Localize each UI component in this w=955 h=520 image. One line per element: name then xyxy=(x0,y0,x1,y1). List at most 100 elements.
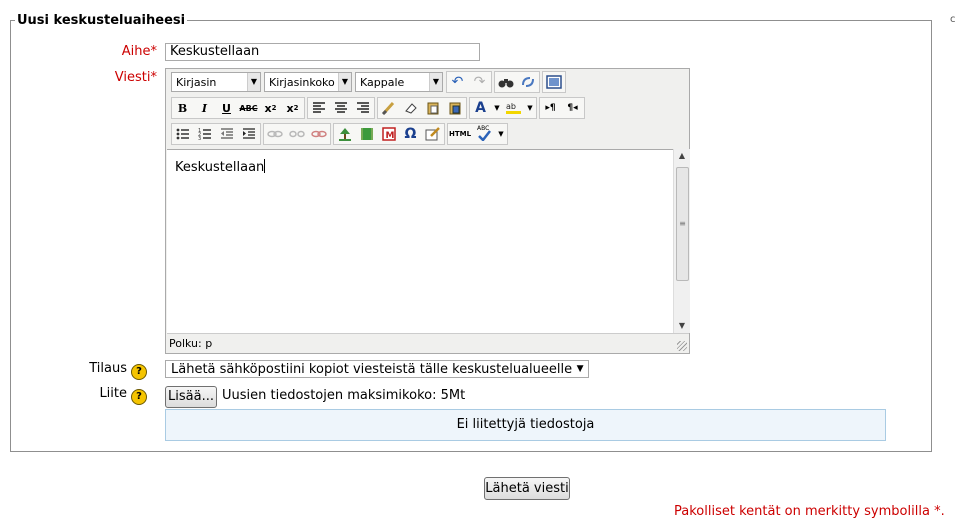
eraser-icon[interactable] xyxy=(400,98,421,118)
message-text: Keskustellaan xyxy=(175,160,265,175)
subscription-label-wrap: Tilaus? xyxy=(40,361,147,380)
message-textarea[interactable]: Keskustellaan xyxy=(167,149,673,334)
spellcheck-icon[interactable]: ABC xyxy=(473,124,495,144)
outdent-icon[interactable] xyxy=(216,124,237,144)
format-select[interactable]: Kappale ▼ xyxy=(355,72,443,92)
font-family-value: Kirjasin xyxy=(176,75,217,89)
message-label: Viesti xyxy=(114,70,151,85)
bullet-list-icon[interactable] xyxy=(172,124,193,144)
media-icon[interactable] xyxy=(356,124,377,144)
insert-group: M Ω xyxy=(333,123,445,145)
html-group: HTML ABC ▼ xyxy=(447,123,508,145)
text-style-group: B I U ABC x2 x2 xyxy=(171,97,305,119)
chevron-down-icon: ▼ xyxy=(576,364,584,374)
chevron-down-icon[interactable]: ▼ xyxy=(525,98,535,118)
font-size-value: Kirjasinkoko xyxy=(269,75,335,89)
scroll-thumb[interactable]: ≡ xyxy=(676,167,689,281)
ltr-icon[interactable]: ▸¶ xyxy=(540,98,561,118)
subscription-select[interactable]: Lähetä sähköpostiini kopiot viesteistä t… xyxy=(165,360,589,378)
svg-text:3: 3 xyxy=(198,136,201,140)
abc-icon-label: ABC xyxy=(477,125,490,132)
redo-icon[interactable]: ↷ xyxy=(469,72,490,92)
link-icon[interactable] xyxy=(264,124,285,144)
subscription-value: Lähetä sähköpostiini kopiot viesteistä t… xyxy=(171,361,573,377)
scroll-down-icon[interactable]: ▼ xyxy=(674,319,690,333)
max-size-info: Uusien tiedostojen maksimikoko: 5Mt xyxy=(222,388,466,403)
required-note-text: Pakolliset kentät on merkitty symbolilla xyxy=(674,504,930,519)
moodle-media-icon[interactable]: M xyxy=(378,124,399,144)
add-file-button[interactable]: Lisää... xyxy=(165,386,217,408)
format-value: Kappale xyxy=(360,75,405,89)
editor-statusbar: Polku: p xyxy=(167,333,689,353)
fullscreen-icon[interactable] xyxy=(543,72,564,92)
underline-icon[interactable]: U xyxy=(216,98,237,118)
align-center-icon[interactable] xyxy=(330,98,351,118)
rtl-icon[interactable]: ¶◂ xyxy=(562,98,583,118)
element-path: Polku: p xyxy=(169,337,213,350)
special-char-icon[interactable]: Ω xyxy=(400,124,421,144)
font-size-select[interactable]: Kirjasinkoko ▼ xyxy=(264,72,352,92)
numbered-list-icon[interactable]: 123 xyxy=(194,124,215,144)
text-caret xyxy=(264,159,266,173)
anchor-nolink-icon[interactable] xyxy=(308,124,329,144)
find-icon[interactable] xyxy=(495,72,516,92)
rich-text-editor: Kirjasin ▼ Kirjasinkoko ▼ Kappale ▼ ↶ ↷ xyxy=(165,68,690,354)
text-color-icon[interactable]: A xyxy=(470,98,491,118)
strikethrough-icon[interactable]: ABC xyxy=(238,98,259,118)
chevron-down-icon[interactable]: ▼ xyxy=(496,124,506,144)
toolbar-row-2: B I U ABC x2 x2 A ▼ ab ▼ ▸¶ ¶◂ xyxy=(171,97,587,119)
align-left-icon[interactable] xyxy=(308,98,329,118)
link-group xyxy=(263,123,331,145)
highlight-icon[interactable]: ab xyxy=(503,98,524,118)
required-star: * xyxy=(150,70,158,85)
bold-icon[interactable]: B xyxy=(172,98,193,118)
undo-redo-group: ↶ ↷ xyxy=(446,71,492,93)
alignment-group xyxy=(307,97,375,119)
help-icon[interactable]: ? xyxy=(131,389,147,405)
subscript-icon[interactable]: x2 xyxy=(260,98,281,118)
message-content: Keskustellaan xyxy=(175,159,266,175)
subscription-label: Tilaus xyxy=(89,361,127,376)
replace-icon[interactable] xyxy=(517,72,538,92)
search-group xyxy=(494,71,540,93)
chevron-down-icon[interactable]: ▼ xyxy=(492,98,502,118)
message-label-wrap: Viesti* xyxy=(60,70,157,85)
unlink-icon[interactable] xyxy=(286,124,307,144)
editor-scrollbar[interactable]: ▲ ≡ ▼ xyxy=(673,149,690,333)
required-star: * xyxy=(934,504,941,519)
corner-mark: c xyxy=(950,14,955,25)
resize-handle-icon[interactable] xyxy=(677,341,687,351)
scroll-up-icon[interactable]: ▲ xyxy=(674,149,690,163)
required-star: * xyxy=(150,44,158,59)
list-group: 123 xyxy=(171,123,261,145)
subject-label-wrap: Aihe* xyxy=(60,44,157,59)
attachment-label-wrap: Liite? xyxy=(40,386,147,405)
superscript-icon[interactable]: x2 xyxy=(282,98,303,118)
svg-text:ab: ab xyxy=(506,102,516,111)
toolbar-row-3: 123 M Ω HTML ABC ▼ xyxy=(171,123,510,145)
paste-word-icon[interactable] xyxy=(444,98,465,118)
html-icon-label: HTML xyxy=(448,130,472,138)
paste-text-icon[interactable] xyxy=(422,98,443,118)
italic-icon[interactable]: I xyxy=(194,98,215,118)
font-family-select[interactable]: Kirjasin ▼ xyxy=(171,72,261,92)
undo-icon[interactable]: ↶ xyxy=(447,72,468,92)
edit-icon[interactable] xyxy=(422,124,443,144)
subject-input[interactable]: Keskustellaan xyxy=(165,43,480,61)
submit-post-button[interactable]: Lähetä viesti xyxy=(484,477,570,500)
align-right-icon[interactable] xyxy=(352,98,373,118)
indent-icon[interactable] xyxy=(238,124,259,144)
cleanup-brush-icon[interactable] xyxy=(378,98,399,118)
help-icon[interactable]: ? xyxy=(131,364,147,380)
chevron-down-icon: ▼ xyxy=(338,73,351,91)
svg-text:M: M xyxy=(385,131,394,141)
html-source-icon[interactable]: HTML xyxy=(448,124,472,144)
required-fields-note: Pakolliset kentät on merkitty symbolilla… xyxy=(674,504,945,519)
attachment-label: Liite xyxy=(99,386,127,401)
chevron-down-icon: ▼ xyxy=(429,73,442,91)
image-icon[interactable] xyxy=(334,124,355,144)
color-group: A ▼ ab ▼ xyxy=(469,97,537,119)
fieldset-legend: Uusi keskusteluaiheesi xyxy=(15,13,188,28)
attachment-dropzone[interactable]: Ei liitettyjä tiedostoja xyxy=(165,409,886,441)
toolbar-row-1: Kirjasin ▼ Kirjasinkoko ▼ Kappale ▼ ↶ ↷ xyxy=(171,71,568,93)
